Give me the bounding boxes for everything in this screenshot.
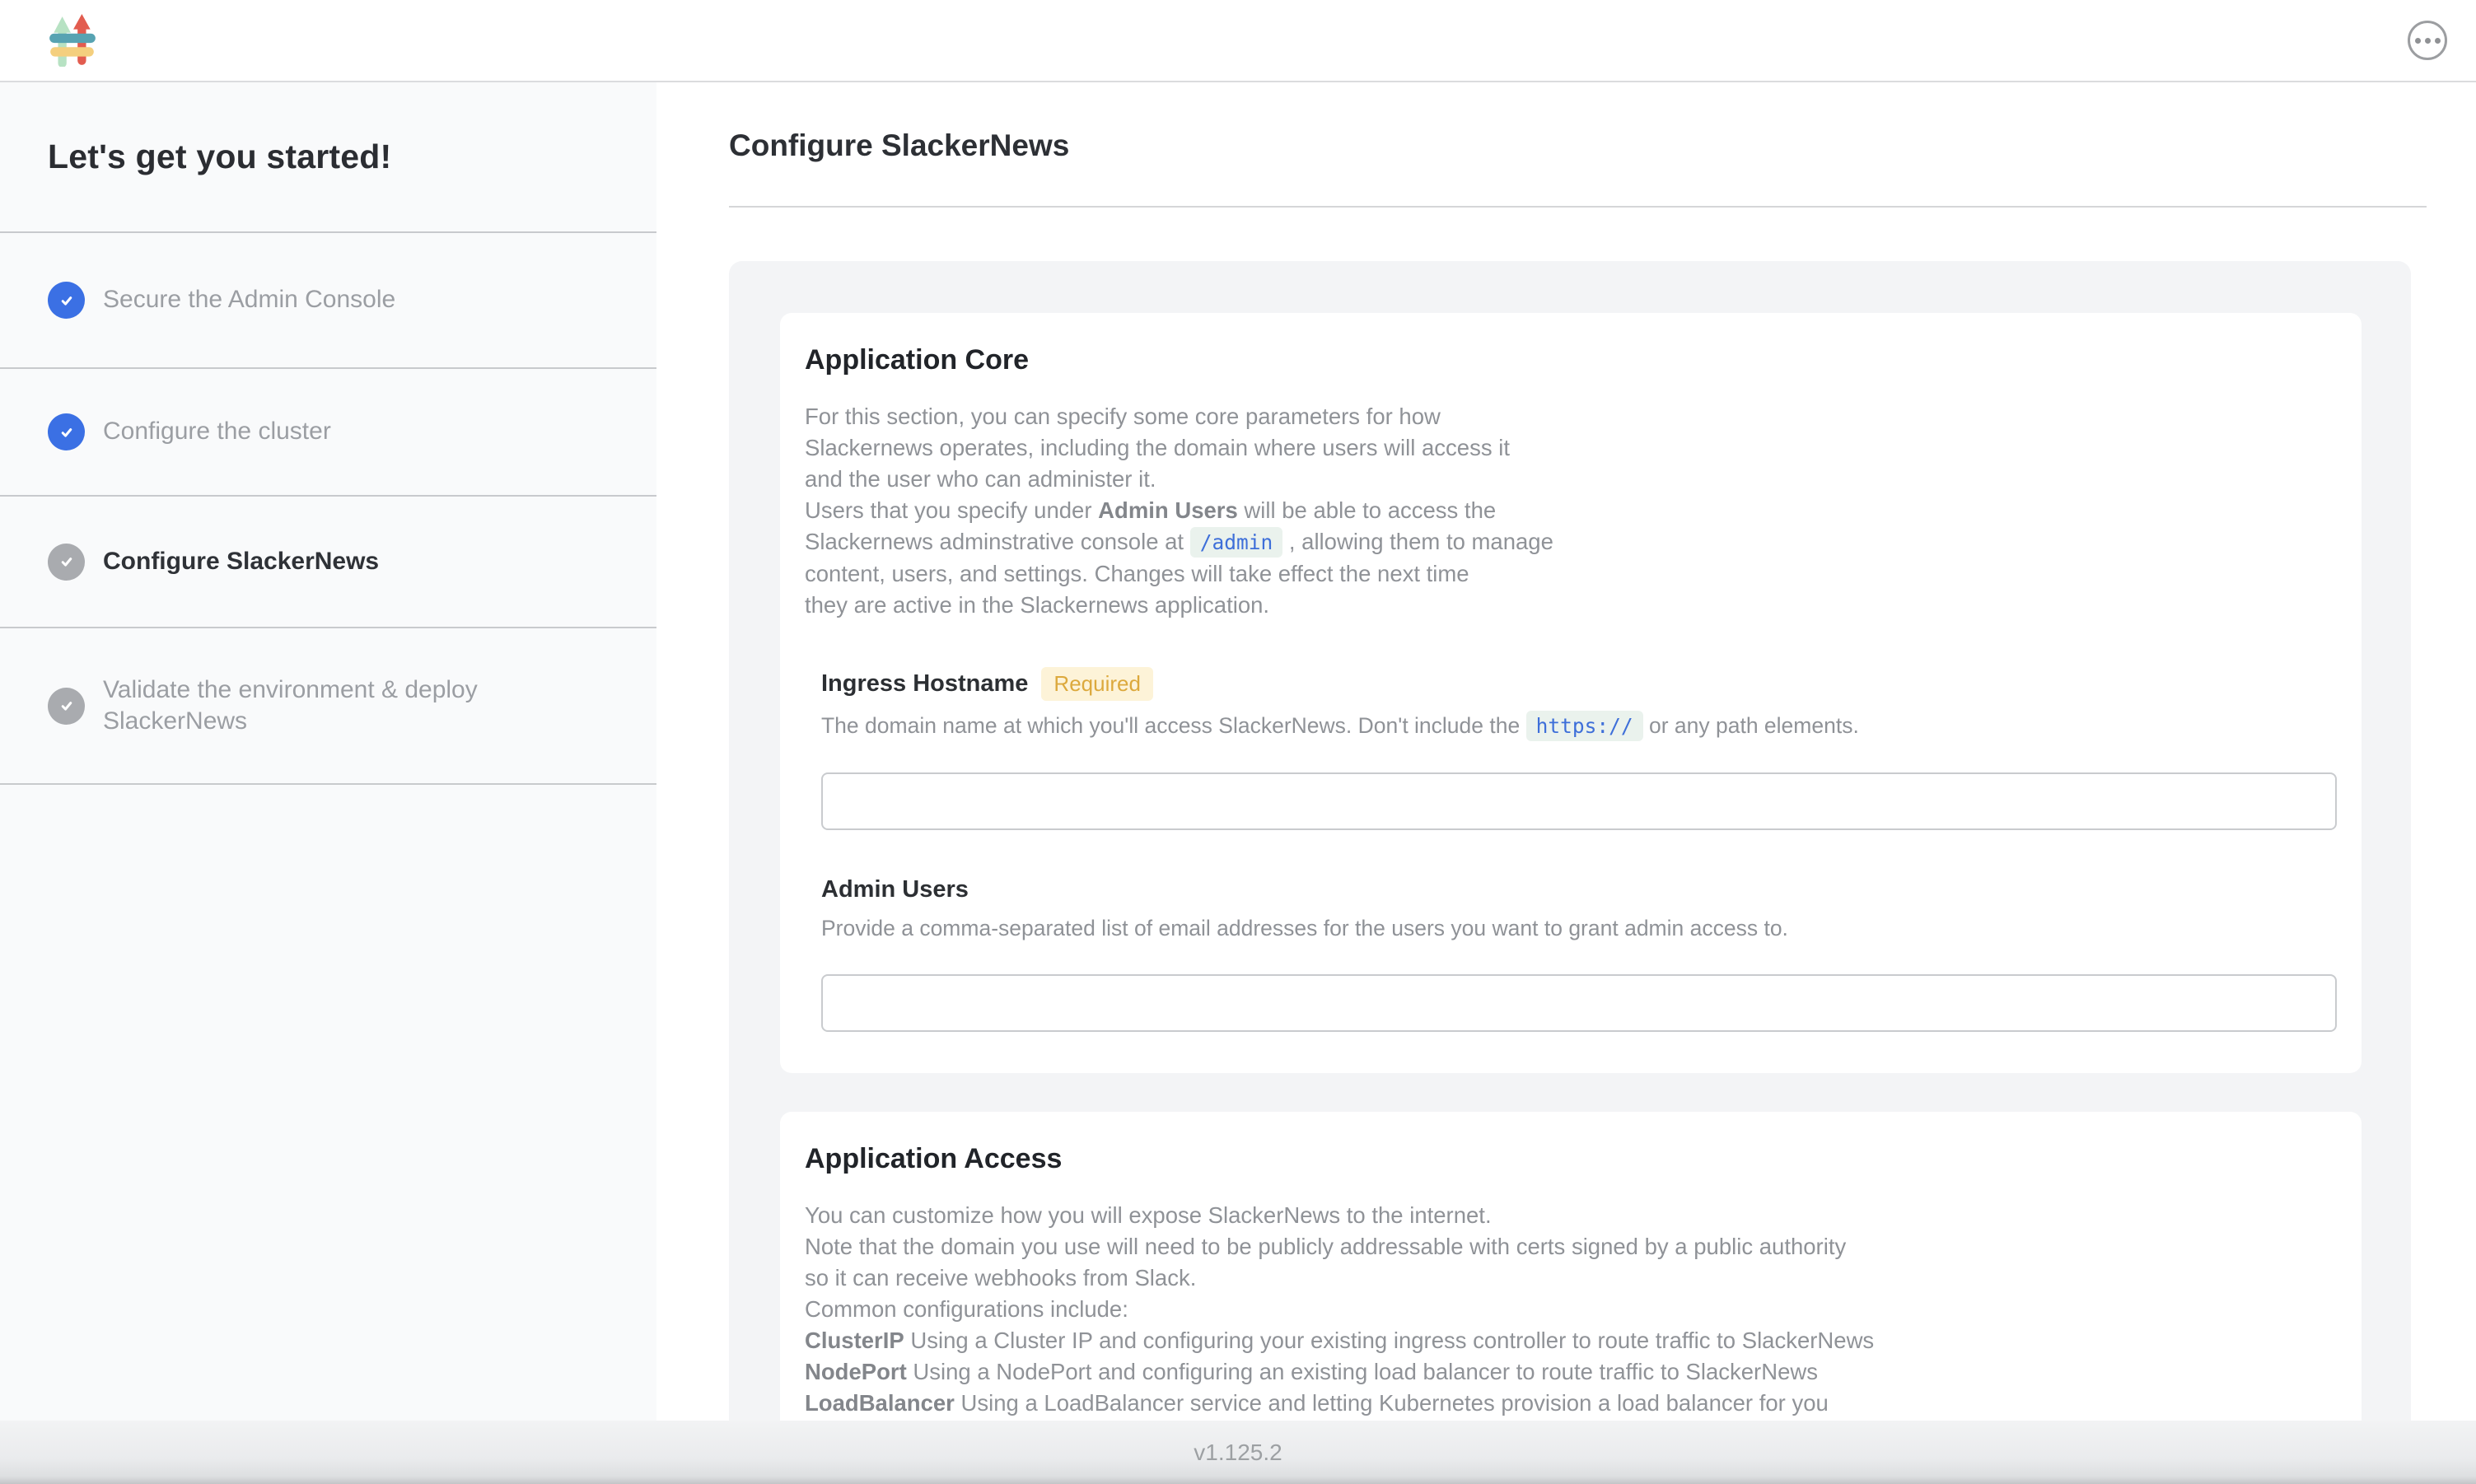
check-circle-icon [48,282,85,319]
ingress-hostname-field: Ingress Hostname Required The domain nam… [805,667,2337,830]
ellipsis-icon [2425,38,2431,44]
step-label: Validate the environment & deploy Slacke… [103,674,624,738]
step-label: Configure SlackerNews [103,546,379,577]
field-label: Ingress Hostname [821,670,1028,698]
application-core-card: Application Core For this section, you c… [780,313,2362,1073]
ingress-hostname-input[interactable] [821,772,2337,830]
sidebar-step-configure-cluster[interactable]: Configure the cluster [0,369,656,497]
check-circle-icon [48,544,85,581]
field-help: Provide a comma-separated list of email … [821,913,2337,943]
sidebar-heading: Let's get you started! [0,82,656,233]
field-label: Admin Users [821,876,969,903]
ellipsis-icon [2415,38,2421,44]
field-help: The domain name at which you'll access S… [821,711,2337,741]
title-divider [729,206,2427,208]
step-label: Secure the Admin Console [103,284,395,315]
check-circle-icon [48,413,85,450]
section-description: You can customize how you will expose Sl… [805,1200,2337,1450]
config-form-panel: Application Core For this section, you c… [729,261,2411,1484]
section-description: For this section, you can specify some c… [805,401,2337,621]
sidebar-step-validate-deploy[interactable]: Validate the environment & deploy Slacke… [0,628,656,785]
step-label: Configure the cluster [103,416,331,447]
section-title: Application Access [805,1143,2337,1175]
admin-users-input[interactable] [821,974,2337,1032]
page-title: Configure SlackerNews [729,128,2476,163]
section-title: Application Core [805,344,2337,376]
main-content: Configure SlackerNews Application Core F… [656,82,2476,1421]
sidebar-step-configure-slackernews[interactable]: Configure SlackerNews [0,497,656,628]
sidebar-step-secure-admin-console[interactable]: Secure the Admin Console [0,233,656,369]
check-circle-icon [48,688,85,725]
footer: v1.125.2 [0,1421,2476,1484]
slackernews-logo-icon [49,14,96,67]
admin-users-field: Admin Users Provide a comma-separated li… [805,876,2337,1032]
version-label: v1.125.2 [1194,1440,1282,1466]
required-badge: Required [1041,667,1153,701]
more-options-button[interactable] [2408,21,2447,60]
top-bar [0,0,2476,82]
ellipsis-icon [2435,38,2441,44]
setup-steps-sidebar: Let's get you started! Secure the Admin … [0,82,656,1421]
